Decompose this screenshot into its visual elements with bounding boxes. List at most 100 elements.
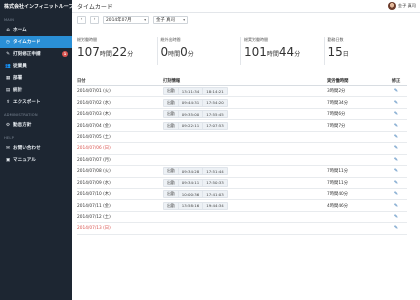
user-name: 金子 真司 [397, 3, 416, 8]
edit-button[interactable]: ✎ [385, 134, 407, 140]
stat-value: 0時間0分 [161, 45, 241, 59]
row-date: 2014/07/11 (金) [77, 203, 111, 209]
sidebar-item-label: 勤怠方針 [13, 123, 32, 128]
row-work-hours: 7時間6分 [327, 112, 346, 118]
sidebar-item[interactable]: ▣ マニュアル [0, 154, 72, 166]
stamp-out-time: 19:44:34 [206, 203, 224, 209]
sidebar-section-label: MAIN [4, 18, 15, 22]
sidebar-item-label: ホーム [13, 28, 27, 33]
row-date: 2014/07/07 (月) [77, 157, 111, 163]
next-month-button[interactable]: › [90, 16, 99, 24]
stamp-out-time: 17:50:33 [206, 180, 224, 186]
stat-label: 総外出時間 [160, 37, 181, 42]
prev-month-button[interactable]: ‹ [77, 16, 86, 24]
sidebar-item[interactable]: ▤ 統計 [0, 84, 72, 96]
row-work-hours: 7時間7分 [327, 123, 346, 129]
edit-button[interactable]: ✎ [385, 145, 407, 151]
employee-select[interactable]: 金子 真司 ▾ [153, 16, 188, 24]
edit-button[interactable]: ✎ [385, 180, 407, 186]
table-row: 2014/07/08 (火) 出勤 09:34:28 17:51:44 7時間11分 ✎ [77, 166, 407, 178]
table-row: 2014/07/01 (火) 出勤 13:11:34 18:14:21 3時間2分 ✎ [77, 86, 407, 98]
edit-button[interactable]: ✎ [385, 225, 407, 231]
sidebar-item[interactable]: ◷ タイムカード [0, 36, 72, 48]
sidebar-section-label: HELP [4, 136, 14, 140]
edit-button[interactable]: ✎ [385, 191, 407, 197]
stamp-record: 出勤 09:34:11 17:50:33 [163, 178, 228, 187]
sidebar-item-label: マニュアル [13, 158, 36, 163]
notification-badge: 1 [62, 51, 68, 57]
pencil-icon: ✎ [393, 179, 399, 186]
edit-button[interactable]: ✎ [385, 88, 407, 94]
row-work-hours: 4時間46分 [327, 203, 349, 209]
column-header-stamp: 打刻情報 [163, 78, 181, 84]
sidebar-item[interactable]: ✉ お問い合わせ [0, 142, 72, 154]
stamp-in-time: 13:11:34 [181, 88, 200, 94]
company-name: 株式会社インフィニットループ [4, 4, 72, 10]
stat-unit: 時間 [168, 51, 181, 58]
row-date: 2014/07/02 (水) [77, 100, 111, 106]
summary-stats: 総労働時間 107時間22分 総外出時間 0時間0分 総実労働時間 101時間44分 勤務日… [77, 37, 407, 65]
sidebar-nav: MAIN ⌂ ホーム ◷ タイムカード ✎ 打刻修正申請 1 👥 従業員 ▦ 部署 ▤ 統計 ⇪ エクスポート… [0, 13, 72, 166]
stat-value: 107時間22分 [77, 45, 157, 59]
sidebar-item[interactable]: ✎ 打刻修正申請 1 [0, 48, 72, 60]
stat-unit: 分 [294, 51, 301, 58]
stamp-type: 出勤 [167, 88, 175, 94]
edit-button[interactable]: ✎ [385, 203, 407, 209]
stamp-in-time: 09:35:00 [181, 111, 200, 117]
stamp-record: 出勤 09:44:31 17:54:20 [163, 98, 228, 107]
edit-button[interactable]: ✎ [385, 214, 407, 220]
stat-card: 総労働時間 107時間22分 [77, 37, 157, 65]
row-stamp-cell: 出勤 09:35:00 17:55:45 [163, 110, 327, 119]
user-menu[interactable]: 金子 真司 [387, 2, 416, 10]
stamp-out-time: 17:55:45 [206, 111, 224, 117]
stamp-type: 出勤 [167, 168, 175, 174]
stamp-record: 出勤 10:00:36 17:41:03 [163, 190, 228, 199]
sidebar-item[interactable]: ▦ 部署 [0, 72, 72, 84]
row-work-hours: 3時間2分 [327, 89, 346, 95]
stat-number: 101 [244, 45, 267, 59]
edit-button[interactable]: ✎ [385, 168, 407, 174]
sidebar-item[interactable]: 👥 従業員 [0, 60, 72, 72]
employee-select-value: 金子 真司 [156, 18, 175, 23]
sidebar-item-label: タイムカード [13, 40, 41, 45]
row-date: 2014/07/12 (土) [77, 215, 111, 221]
row-date: 2014/07/06 (日) [77, 146, 111, 152]
table-row: 2014/07/13 (日) ✎ [77, 223, 407, 235]
stamp-out-time: 17:07:53 [206, 123, 224, 129]
table-row: 2014/07/02 (水) 出勤 09:44:31 17:54:20 7時間34分 ✎ [77, 97, 407, 109]
month-select[interactable]: 2014年07月 ▾ [103, 16, 149, 24]
row-work-hours: 7時間11分 [327, 180, 349, 186]
table-row: 2014/07/03 (木) 出勤 09:35:00 17:55:45 7時間6分 ✎ [77, 109, 407, 121]
statistics-icon: ▤ [5, 87, 11, 93]
stat-card: 勤務日数 15日 [323, 37, 408, 65]
stat-number: 107 [77, 45, 100, 59]
sidebar-item-label: 打刻修正申請 [13, 52, 41, 57]
row-stamp-cell: 出勤 09:22:11 17:07:53 [163, 121, 327, 130]
book-icon: ▣ [5, 157, 11, 163]
stat-card: 総外出時間 0時間0分 [156, 37, 241, 65]
stat-label: 勤務日数 [327, 37, 344, 42]
edit-button[interactable]: ✎ [385, 157, 407, 163]
stamp-type: 出勤 [167, 111, 175, 117]
pencil-icon: ✎ [393, 122, 399, 129]
stamp-record: 出勤 09:34:28 17:51:44 [163, 167, 228, 176]
clock-icon: ◷ [5, 39, 10, 45]
row-stamp-cell: 出勤 09:44:31 17:54:20 [163, 98, 327, 107]
sidebar-item-label: 部署 [13, 76, 23, 81]
stamp-in-time: 13:58:16 [181, 203, 200, 209]
edit-button[interactable]: ✎ [385, 111, 407, 117]
sidebar-item[interactable]: ⇪ エクスポート [0, 96, 72, 108]
stamp-record: 出勤 09:35:00 17:55:45 [163, 110, 228, 119]
stat-number: 0 [180, 45, 188, 59]
sidebar-item[interactable]: ⌂ ホーム [0, 24, 72, 36]
stat-value: 15日 [328, 45, 408, 59]
sidebar-item-label: 統計 [13, 88, 23, 93]
table-row: 2014/07/12 (土) ✎ [77, 212, 407, 224]
edit-button[interactable]: ✎ [385, 100, 407, 106]
sidebar-item[interactable]: ⚙ 勤怠方針 [0, 119, 72, 131]
stat-unit: 時間 [99, 51, 112, 58]
stat-card: 総実労働時間 101時間44分 [240, 37, 324, 65]
edit-button[interactable]: ✎ [385, 123, 407, 129]
pencil-icon: ✎ [393, 111, 399, 118]
sidebar-item-label: お問い合わせ [13, 146, 41, 151]
